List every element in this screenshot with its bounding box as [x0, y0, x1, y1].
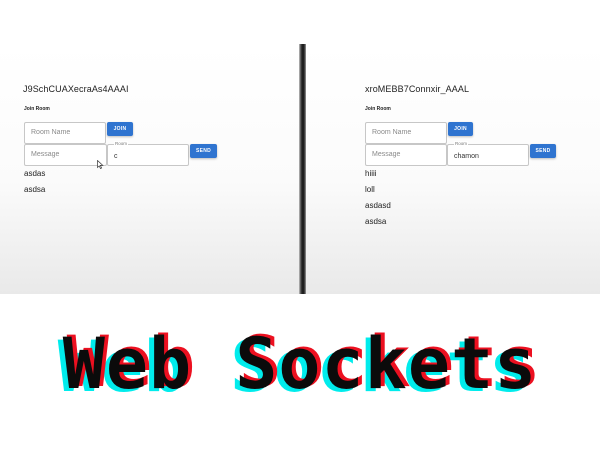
room-field-label: Room: [454, 141, 469, 147]
list-item: asdsa: [24, 185, 46, 194]
join-button[interactable]: JOIN: [107, 122, 133, 136]
banner-title: Web Sockets: [62, 323, 538, 405]
left-client-pane: J9SchCUAXecraAs4AAAI Join Room Room Name…: [0, 44, 299, 294]
room-input[interactable]: Room c: [107, 141, 189, 166]
list-item: loll: [365, 185, 375, 194]
socket-id: J9SchCUAXecraAs4AAAI: [23, 84, 129, 94]
list-item: asdasd: [365, 201, 391, 210]
send-button[interactable]: SEND: [530, 144, 556, 158]
message-list: asdas asdsa: [24, 166, 45, 198]
message-input[interactable]: Message: [365, 144, 447, 166]
list-item: asdas: [24, 169, 46, 178]
message-placeholder: Message: [372, 151, 401, 158]
room-name-input[interactable]: Room Name: [24, 122, 106, 144]
socket-id: xroMEBB7Connxir_AAAL: [365, 84, 470, 94]
title-wrap: Web Sockets Web Sockets Web Sockets: [58, 322, 541, 407]
room-field-value: chamon: [454, 153, 479, 160]
room-field-label: Room: [114, 141, 129, 147]
send-button[interactable]: SEND: [190, 144, 217, 158]
mouse-cursor-icon: [97, 160, 104, 169]
room-name-placeholder: Room Name: [31, 129, 71, 136]
right-client-pane: xroMEBB7Connxir_AAAL Join Room Room Name…: [306, 44, 600, 294]
list-item: hiiii: [365, 169, 377, 178]
message-placeholder: Message: [31, 151, 60, 158]
list-item: asdsa: [365, 217, 387, 226]
screen-divider: [299, 44, 306, 294]
join-button[interactable]: JOIN: [448, 122, 473, 136]
message-list: hiiii loll asdasd asdsa: [365, 166, 391, 230]
room-name-input[interactable]: Room Name: [365, 122, 447, 144]
room-name-placeholder: Room Name: [372, 129, 412, 136]
message-input[interactable]: Message: [24, 144, 107, 166]
room-input[interactable]: Room chamon: [447, 141, 529, 166]
room-field-value: c: [114, 153, 118, 160]
title-banner: Web Sockets Web Sockets Web Sockets: [0, 294, 600, 450]
join-room-heading: Join Room: [24, 106, 50, 112]
join-room-heading: Join Room: [365, 106, 391, 112]
